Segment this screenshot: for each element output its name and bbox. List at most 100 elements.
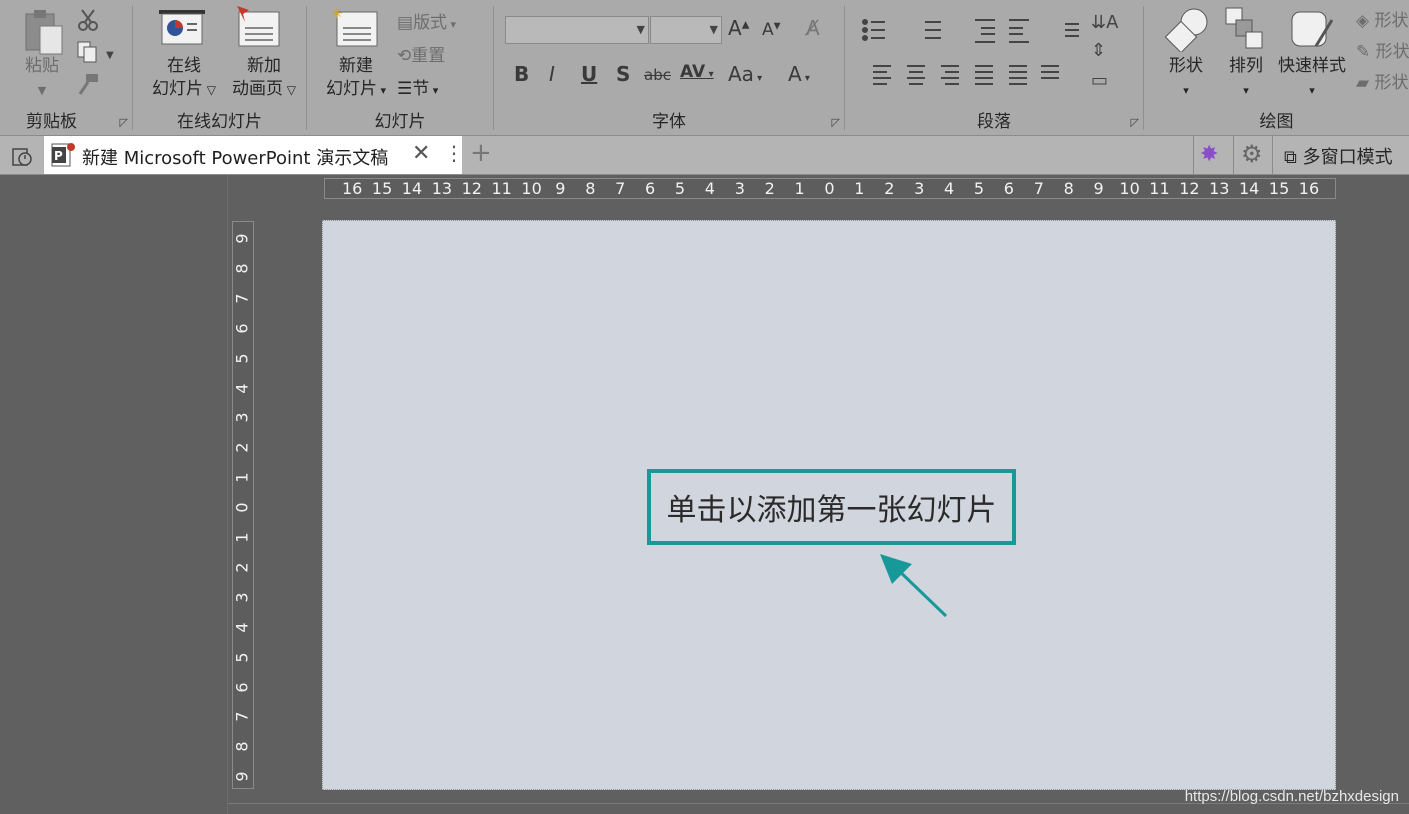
cut-icon[interactable] xyxy=(76,8,100,32)
chevron-down-icon: ▾ xyxy=(1183,84,1189,97)
ruler-v-label: 3 xyxy=(232,412,252,423)
ruler-v-label: 8 xyxy=(232,741,252,752)
text-shadow-button[interactable]: S xyxy=(616,62,630,86)
ruler-h-label: 1 xyxy=(794,179,805,198)
slides-group-title: 幻灯片 xyxy=(374,112,426,132)
ruler-h-label: 14 xyxy=(401,179,423,198)
font-launcher-icon[interactable]: ◸ xyxy=(832,116,840,129)
magic-icon[interactable]: ✸ xyxy=(1200,142,1218,167)
ruler-h-label: 3 xyxy=(734,179,745,198)
shape-fill-button[interactable]: ◈ 形状 xyxy=(1356,6,1408,31)
paragraph-group-title: 段落 xyxy=(977,112,1011,132)
new-animation-page-button[interactable]: 新加 动画页 ▽ xyxy=(219,55,309,102)
slide-thumbnail-pane[interactable] xyxy=(0,175,228,814)
online-slides-group: 在线 幻灯片 ▽ 新加 动画页 ▽ 在线幻灯片 xyxy=(133,0,306,135)
font-size-combobox[interactable]: ▼ xyxy=(650,16,722,44)
ruler-h-label: 3 xyxy=(914,179,925,198)
layout-button[interactable]: ▤版式 ▾ xyxy=(397,8,456,33)
document-tab-bar: P 新建 Microsoft PowerPoint 演示文稿 ✕ ⋮ + ✸ ⚙… xyxy=(0,136,1409,175)
shrink-font-icon: A xyxy=(762,20,774,40)
shape-outline-label: 形状 xyxy=(1375,42,1409,62)
ruler-h-label: 5 xyxy=(674,179,686,198)
settings-gear-icon[interactable]: ⚙ xyxy=(1241,140,1263,168)
online-slides-group-title: 在线幻灯片 xyxy=(177,112,262,132)
ruler-v-label: 5 xyxy=(232,353,252,364)
ruler-h-label: 12 xyxy=(1179,179,1200,198)
new-tab-icon[interactable]: + xyxy=(470,138,492,168)
copy-icon[interactable]: ▼ xyxy=(76,40,116,64)
text-direction-icons[interactable]: ⇊A ⇕ ▭ xyxy=(1089,6,1133,96)
ruler-h-label: 2 xyxy=(884,179,895,198)
shape-outline-button[interactable]: ✎ 形状 xyxy=(1356,37,1409,62)
ruler-h-label: 16 xyxy=(1298,179,1320,198)
online-slides-label-1: 在线 xyxy=(167,56,201,76)
divider xyxy=(1272,136,1273,174)
divider xyxy=(1193,136,1194,174)
bold-button[interactable]: B xyxy=(514,62,529,86)
ruler-h-label: 0 xyxy=(824,179,835,198)
vertical-ruler[interactable]: 9 8 7 6 5 4 3 2 1 0 1 2 3 4 5 6 7 8 9 xyxy=(232,221,254,789)
ruler-h-label: 11 xyxy=(1149,179,1170,198)
chevron-down-icon: ▾ xyxy=(1243,84,1249,97)
add-first-slide-placeholder[interactable]: 单击以添加第一张幻灯片 xyxy=(647,469,1016,545)
history-icon[interactable] xyxy=(11,145,33,167)
section-button[interactable]: ☰节 ▾ xyxy=(397,74,438,99)
ruler-h-label: 7 xyxy=(615,179,626,198)
italic-button[interactable]: I xyxy=(549,62,555,86)
annotation-arrow-icon xyxy=(880,554,948,618)
clear-format-icon[interactable]: A̸ xyxy=(806,16,820,40)
clipboard-group-title: 剪贴板 xyxy=(26,112,77,132)
multi-window-button[interactable]: ⧉ 多窗口模式 xyxy=(1284,143,1393,169)
document-title: 新建 Microsoft PowerPoint 演示文稿 xyxy=(82,148,389,169)
new-slide-icon: ✳ xyxy=(331,6,378,47)
font-name-combobox[interactable]: ▼ xyxy=(505,16,649,44)
horizontal-ruler[interactable]: 16 15 14 13 12 11 10 9 8 7 6 5 4 3 2 1 0 1 2 3 4 5 6 7 8 9 10 11 12 1… xyxy=(324,178,1336,199)
drawing-group: 形状 ▾ 排列 ▾ 快速样式 ▾ ◈ 形状 ✎ 形状 ▰ 形状 绘图 xyxy=(1144,0,1409,135)
svg-text:▼: ▼ xyxy=(106,50,114,61)
font-color-button[interactable]: A ▾ xyxy=(788,62,810,86)
underline-button[interactable]: U xyxy=(581,62,597,86)
ruler-h-label: 16 xyxy=(342,179,363,198)
change-case-button[interactable]: Aa ▾ xyxy=(728,62,762,86)
paste-button[interactable]: 粘贴 ▼ xyxy=(16,55,68,102)
ruler-v-label: 9 xyxy=(232,771,252,782)
paragraph-launcher-icon[interactable]: ◸ xyxy=(1131,116,1139,129)
strikethrough-button[interactable]: abc xyxy=(644,66,671,84)
grow-font-icon: A xyxy=(728,16,742,40)
shape-effects-button[interactable]: ▰ 形状 xyxy=(1356,68,1408,93)
ruler-h-label: 8 xyxy=(1063,179,1074,198)
shrink-font-button[interactable]: A▼ xyxy=(762,20,781,40)
chevron-down-icon: ▾ xyxy=(705,69,714,80)
document-tab[interactable]: P 新建 Microsoft PowerPoint 演示文稿 ✕ ⋮ xyxy=(44,136,464,174)
char-spacing-button[interactable]: AV ▾ xyxy=(680,62,714,82)
font-group: ▼ ▼ A▲ A▼ A̸ B I U S abc AV ▾ Aa ▾ A ▾ 字… xyxy=(494,0,844,135)
ruler-v-label: 9 xyxy=(232,233,252,244)
ruler-v-label: 8 xyxy=(232,263,252,274)
tab-menu-icon[interactable]: ⋮ xyxy=(444,141,464,165)
arrange-button[interactable]: 排列 ▾ xyxy=(1218,55,1274,102)
quick-styles-icon xyxy=(1291,11,1334,47)
quick-styles-button[interactable]: 快速样式 ▾ xyxy=(1272,55,1352,102)
clipboard-group: 粘贴 ▼ ▼ 剪贴板 ◸ xyxy=(0,0,132,135)
chevron-down-icon: ▾ xyxy=(753,73,763,84)
svg-text:⇊A: ⇊A xyxy=(1091,12,1119,33)
chevron-down-icon: ▾ xyxy=(429,84,439,97)
reset-button[interactable]: ⟲重置 xyxy=(397,41,445,66)
shapes-button[interactable]: 形状 ▾ xyxy=(1158,55,1214,102)
section-label: 节 xyxy=(412,79,430,99)
chevron-down-icon: ▼ xyxy=(37,84,47,97)
grow-font-button[interactable]: A▲ xyxy=(728,16,749,40)
online-slides-button[interactable]: 在线 幻灯片 ▽ xyxy=(141,55,227,102)
format-painter-icon[interactable] xyxy=(76,72,100,96)
ruler-v-label: 6 xyxy=(232,323,252,334)
ruler-h-label: 2 xyxy=(764,179,775,198)
close-tab-icon[interactable]: ✕ xyxy=(412,141,430,166)
shape-effects-label: 形状 xyxy=(1374,73,1409,93)
ruler-v-label: 5 xyxy=(232,652,252,663)
new-slide-button[interactable]: 新建 幻灯片 ▾ xyxy=(313,55,399,102)
chevron-down-icon: ▽ xyxy=(202,83,217,97)
clipboard-launcher-icon[interactable]: ◸ xyxy=(120,116,128,129)
reset-label: 重置 xyxy=(411,46,446,66)
chevron-down-icon: ▾ xyxy=(1309,84,1315,97)
new-slide-label-2: 幻灯片 xyxy=(325,79,377,99)
